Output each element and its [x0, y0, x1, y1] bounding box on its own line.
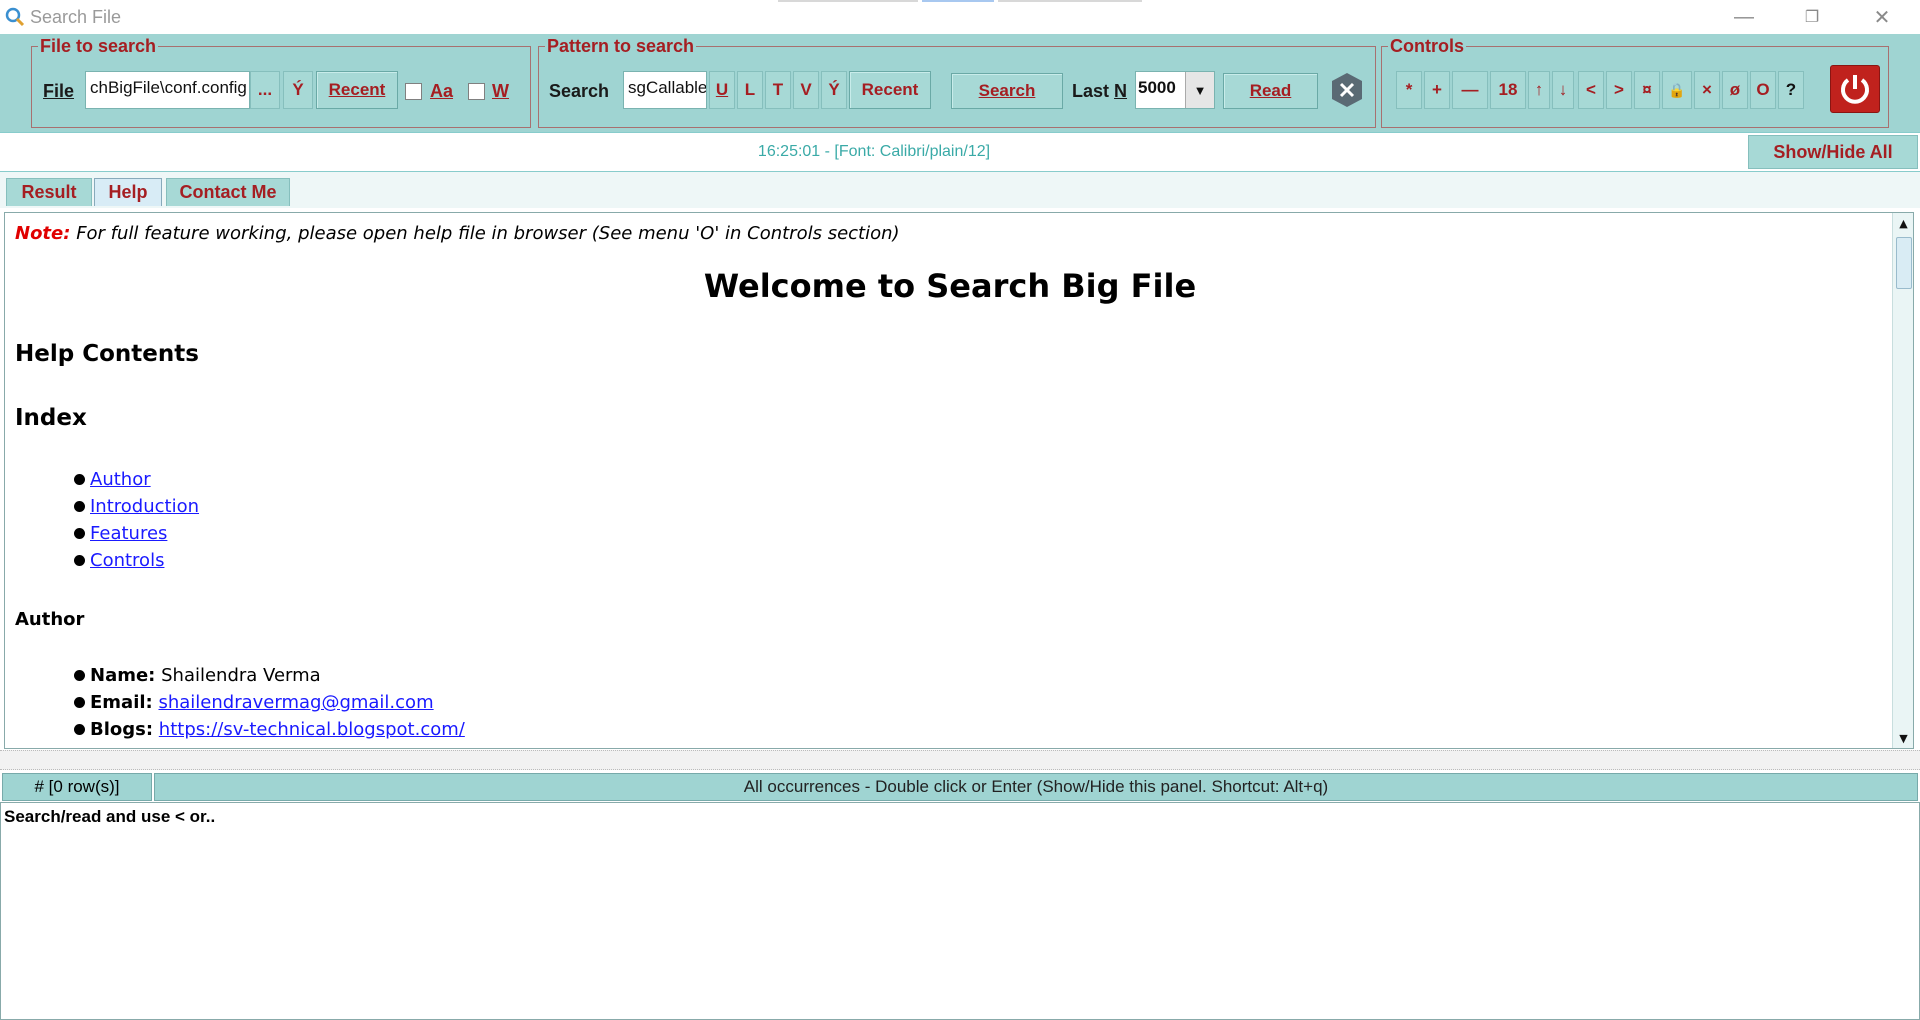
search-app-icon [5, 7, 25, 27]
last-n-label: Last N [1072, 81, 1128, 101]
help-note: Note: For full feature working, please o… [15, 223, 900, 244]
controls-group: Controls * + — 18 ↑ ↓ < > ¤ 🔒 × ø O ? [1381, 37, 1889, 128]
title-bar: Search File — ❐ ✕ [0, 0, 1920, 34]
last-n-value: 5000 [1138, 78, 1176, 97]
file-y-button[interactable]: Ý [283, 71, 313, 109]
index-link-features[interactable]: Features [90, 523, 167, 544]
bullet-icon [74, 670, 85, 681]
bullet-icon [74, 528, 85, 539]
bullet-icon [74, 724, 85, 735]
v-button[interactable]: V [793, 71, 819, 109]
control-open-help-button[interactable]: O [1750, 71, 1776, 109]
search-label: Search [549, 81, 610, 101]
last-n-dropdown[interactable]: 5000 ▼ [1135, 71, 1215, 109]
match-case-label: Aa [430, 81, 454, 101]
note-text: For full feature working, please open he… [76, 223, 900, 244]
close-window-button[interactable]: ✕ [1852, 0, 1912, 34]
scroll-up-icon[interactable]: ▲ [1893, 213, 1913, 233]
control-help-button[interactable]: ? [1778, 71, 1804, 109]
file-label: File [43, 81, 75, 101]
pattern-y-button[interactable]: Ý [821, 71, 847, 109]
bullet-icon [74, 501, 85, 512]
search-button[interactable]: Search [951, 73, 1063, 109]
minimize-button[interactable]: — [1714, 0, 1774, 34]
help-scrollbar[interactable]: ▲ ▼ [1892, 213, 1913, 748]
index-link-controls[interactable]: Controls [90, 550, 164, 571]
control-previous-button[interactable]: < [1578, 71, 1604, 109]
bullet-icon [74, 555, 85, 566]
title-strip [778, 0, 918, 2]
tab-contact-me[interactable]: Contact Me [166, 178, 290, 206]
control-next-button[interactable]: > [1606, 71, 1632, 109]
email-label: Email: [90, 692, 153, 713]
control-plus-button[interactable]: + [1424, 71, 1450, 109]
author-heading: Author [15, 609, 85, 630]
lock-icon[interactable]: 🔒 [1662, 71, 1692, 109]
file-group-legend: File to search [38, 36, 159, 56]
title-strip [998, 0, 1142, 2]
status-bar: 16:25:01 - [Font: Calibri/plain/12] Show… [0, 132, 1920, 172]
name-label: Name: [90, 665, 156, 686]
power-icon[interactable] [1830, 65, 1880, 113]
pattern-group-legend: Pattern to search [545, 36, 697, 56]
t-button[interactable]: T [765, 71, 791, 109]
show-hide-all-button[interactable]: Show/Hide All [1748, 135, 1918, 169]
restore-button[interactable]: ❐ [1782, 0, 1842, 34]
search-pattern-field[interactable]: sgCallable [623, 71, 707, 109]
tab-result[interactable]: Result [6, 178, 92, 206]
blogs-label: Blogs: [90, 719, 154, 740]
control-font-size-button[interactable]: 18 [1490, 71, 1526, 109]
file-recent-button[interactable]: Recent [316, 71, 398, 109]
control-minus-button[interactable]: — [1452, 71, 1488, 109]
browse-file-button[interactable]: ... [250, 71, 280, 109]
scroll-down-icon[interactable]: ▼ [1893, 728, 1913, 748]
bullet-icon [74, 474, 85, 485]
controls-group-legend: Controls [1388, 36, 1466, 56]
u-button[interactable]: U [709, 71, 735, 109]
control-empty-set-button[interactable]: ø [1722, 71, 1748, 109]
tab-bar: Result Help Contact Me [0, 172, 1920, 208]
welcome-heading: Welcome to Search Big File [703, 267, 1197, 305]
window-title: Search File [30, 7, 122, 27]
occurrences-title[interactable]: All occurrences - Double click or Enter … [154, 773, 1918, 801]
tab-help[interactable]: Help [94, 178, 162, 206]
occurrences-message: Search/read and use < or.. [4, 807, 216, 826]
blogs-link[interactable]: https://sv-technical.blogspot.com/ [159, 719, 465, 740]
match-case-checkbox[interactable] [405, 83, 422, 100]
bullet-icon [74, 697, 85, 708]
control-down-arrow-button[interactable]: ↓ [1552, 71, 1574, 109]
file-path-field[interactable]: chBigFile\conf.config [85, 71, 250, 109]
name-value: Shailendra Verma [161, 665, 321, 686]
whole-word-checkbox[interactable] [468, 83, 485, 100]
status-text: 16:25:01 - [Font: Calibri/plain/12] [757, 143, 991, 160]
panel-splitter[interactable] [0, 750, 1920, 770]
note-label: Note: [15, 223, 71, 244]
toolbar: File to search File chBigFile\conf.confi… [0, 34, 1920, 132]
pattern-recent-button[interactable]: Recent [849, 71, 931, 109]
chevron-down-icon[interactable]: ▼ [1185, 72, 1214, 108]
index-link-introduction[interactable]: Introduction [90, 496, 199, 517]
file-to-search-group: File to search File chBigFile\conf.confi… [31, 37, 531, 128]
clear-icon[interactable] [1328, 71, 1366, 109]
read-button[interactable]: Read [1223, 73, 1318, 109]
pattern-to-search-group: Pattern to search Search sgCallable U L … [538, 37, 1376, 128]
title-strip-active [922, 0, 994, 2]
help-contents-heading: Help Contents [15, 341, 199, 367]
control-up-arrow-button[interactable]: ↑ [1528, 71, 1550, 109]
help-panel: Note: For full feature working, please o… [4, 212, 1914, 749]
occurrences-header: # [0 row(s)] All occurrences - Double cl… [2, 773, 1918, 801]
l-button[interactable]: L [737, 71, 763, 109]
control-currency-button[interactable]: ¤ [1634, 71, 1660, 109]
scroll-thumb[interactable] [1896, 237, 1912, 289]
occurrences-list[interactable]: Search/read and use < or.. [0, 802, 1920, 1020]
email-link[interactable]: shailendravermag@gmail.com [158, 692, 433, 713]
whole-word-label: W [492, 81, 509, 101]
control-star-button[interactable]: * [1396, 71, 1422, 109]
occurrences-count: # [0 row(s)] [2, 773, 152, 801]
index-heading: Index [15, 405, 87, 431]
index-link-author[interactable]: Author [90, 469, 151, 490]
control-times-button[interactable]: × [1694, 71, 1720, 109]
